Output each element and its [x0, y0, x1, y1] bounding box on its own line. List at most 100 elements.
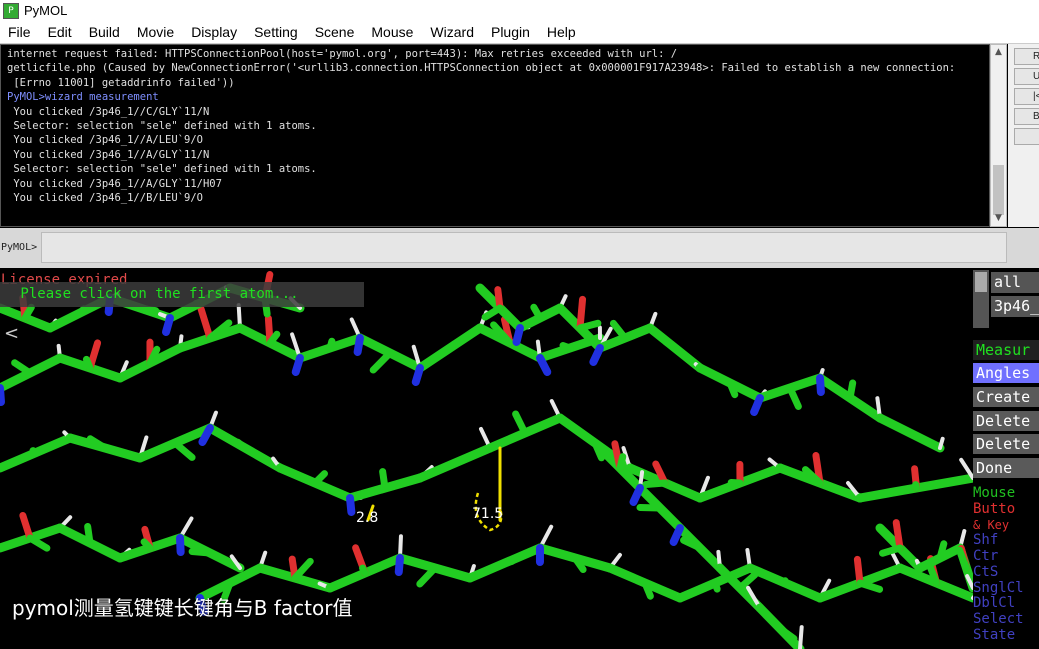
- menu-display[interactable]: Display: [191, 24, 237, 40]
- sidechain-bond: [786, 384, 802, 410]
- console-scrollbar[interactable]: ▲ ▼: [990, 44, 1007, 227]
- molecular-viewer[interactable]: License expired Please click on the firs…: [0, 268, 973, 649]
- menu-help[interactable]: Help: [547, 24, 576, 40]
- rewind-button[interactable]: |<: [1014, 88, 1039, 105]
- console-line: You clicked /3p46_1//A/LEU`9/O: [7, 134, 203, 147]
- menu-edit[interactable]: Edit: [48, 24, 72, 40]
- undo-button[interactable]: Un: [1014, 68, 1039, 85]
- oxygen-bond: [892, 519, 904, 552]
- nitrogen-bond: [162, 314, 174, 336]
- mouse-doubleclick-row: DblCl: [973, 595, 1016, 611]
- sidechain-bond: [26, 534, 51, 552]
- nitrogen-bond: [589, 344, 604, 366]
- sidechain-bond: [642, 479, 669, 488]
- wizard-title: Measur: [973, 340, 1039, 360]
- mouse-shift-row: Shf: [973, 532, 999, 548]
- command-prompt-label: PyMOL>: [1, 242, 38, 253]
- mouse-keys-label: & Key: [973, 518, 1010, 532]
- nitrogen-bond: [669, 524, 684, 546]
- sidechain-bond: [609, 319, 629, 342]
- wizard-delete-last-button[interactable]: Delete: [973, 411, 1039, 431]
- command-row: PyMOL>: [0, 228, 1039, 268]
- reset-button[interactable]: Re: [1014, 48, 1039, 65]
- sidechain-bond: [234, 438, 249, 452]
- sidechain-bond: [481, 304, 504, 321]
- sidechain-bond: [636, 503, 664, 512]
- builder-button[interactable]: B: [1014, 108, 1039, 125]
- window-title: PyMOL: [24, 3, 68, 18]
- pymol-app-icon: P: [3, 2, 19, 19]
- sidechain-bond: [11, 359, 34, 377]
- sidechain-bond: [188, 548, 214, 557]
- console-line: You clicked /3p46_1//B/LEU`9/O: [7, 192, 203, 205]
- sidechain-bond: [662, 338, 679, 352]
- title-bar: P PyMOL: [0, 0, 1039, 21]
- oxygen-bond: [576, 295, 587, 332]
- menu-mouse[interactable]: Mouse: [371, 24, 413, 40]
- back-chevron-icon[interactable]: <: [4, 323, 19, 344]
- menu-movie[interactable]: Movie: [137, 24, 174, 40]
- nitrogen-bond: [346, 494, 356, 516]
- sidechain-bond: [559, 342, 574, 352]
- sidechain-bond: [369, 349, 394, 374]
- nitrogen-bond: [394, 554, 404, 576]
- wizard-done-button[interactable]: Done: [973, 458, 1039, 478]
- sidechain-bond: [451, 458, 462, 467]
- menu-build[interactable]: Build: [89, 24, 120, 40]
- menu-plugin[interactable]: Plugin: [491, 24, 530, 40]
- menu-wizard[interactable]: Wizard: [430, 24, 474, 40]
- mouse-selecting-row[interactable]: Select: [973, 611, 1039, 627]
- menu-scene[interactable]: Scene: [315, 24, 355, 40]
- menu-setting[interactable]: Setting: [254, 24, 298, 40]
- internal-gui-panel: all 3p46_ Measur Angles Create Delete De…: [973, 268, 1039, 649]
- mouse-singleclick-row: SnglCl: [973, 580, 1024, 596]
- oxygen-bond: [19, 511, 34, 542]
- mouse-ctrlshift-row: CtS: [973, 564, 999, 580]
- sidechain-bond: [84, 522, 94, 547]
- console-line: You clicked /3p46_1//A/GLY`11/H07: [7, 177, 222, 190]
- wizard-create-button[interactable]: Create: [973, 387, 1039, 407]
- nitrogen-bond: [816, 374, 825, 396]
- menu-bar: File Edit Build Movie Display Setting Sc…: [0, 21, 1039, 44]
- nitrogen-bond: [750, 394, 764, 416]
- wizard-delete-all-button[interactable]: Delete: [973, 434, 1039, 454]
- mouse-mode-title[interactable]: Mouse: [973, 485, 1039, 501]
- sidechain-bond: [856, 579, 884, 593]
- nitrogen-bond: [512, 324, 524, 346]
- mouse-state-row[interactable]: State: [973, 627, 1039, 643]
- wizard-prompt-text: Please click on the first atom...: [12, 286, 299, 302]
- sidechain-bond: [136, 304, 160, 315]
- sidechain-bond: [82, 355, 94, 372]
- nitrogen-bond: [629, 484, 644, 506]
- panel-button[interactable]: [1014, 128, 1039, 145]
- sidechain-bond: [616, 453, 627, 472]
- sidechain-bond: [936, 540, 948, 562]
- sidechain-bond: [140, 538, 154, 552]
- mouse-ctrl-row: Ctr: [973, 548, 999, 564]
- scrollbar-thumb[interactable]: [993, 165, 1004, 215]
- object-3p46[interactable]: 3p46_: [991, 296, 1039, 317]
- nitrogen-bond: [291, 354, 304, 376]
- mouse-buttons-label: Butto: [973, 501, 1016, 517]
- sidechain-bond: [326, 337, 336, 352]
- sidechain-bond: [726, 379, 739, 399]
- wizard-angles-button[interactable]: Angles: [973, 363, 1039, 383]
- console-line: Selector: selection "sele" defined with …: [7, 120, 317, 133]
- output-console[interactable]: internet request failed: HTTPSConnection…: [0, 44, 990, 227]
- sidechain-bond: [29, 447, 39, 457]
- sidechain-bond: [501, 557, 516, 567]
- sidechain-bond: [576, 319, 602, 332]
- command-input[interactable]: [41, 232, 1007, 263]
- wizard-prompt-box: Please click on the first atom...: [0, 282, 364, 307]
- nitrogen-bond: [0, 384, 5, 406]
- sidechain-bond: [76, 305, 88, 317]
- oxygen-bond: [853, 555, 864, 587]
- menu-file[interactable]: File: [8, 24, 31, 40]
- scroll-down-icon[interactable]: ▼: [991, 211, 1006, 225]
- sidechain-bond: [846, 379, 857, 402]
- sidechain-bond: [711, 579, 721, 593]
- scroll-up-icon[interactable]: ▲: [991, 45, 1006, 59]
- nitrogen-bond: [176, 534, 185, 556]
- object-list-scrollbar[interactable]: [973, 270, 989, 328]
- object-all[interactable]: all: [991, 272, 1039, 293]
